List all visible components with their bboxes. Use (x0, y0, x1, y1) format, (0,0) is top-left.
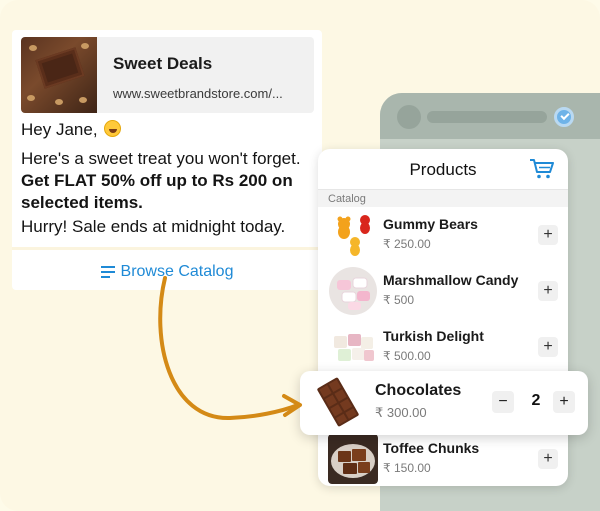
highlighted-product-name: Chocolates (375, 382, 462, 399)
link-preview[interactable]: Sweet Deals www.sweetbrandstore.com/... (21, 37, 314, 113)
quantity-increase-button[interactable]: + (553, 391, 575, 413)
chocolate-bar-image (317, 377, 359, 427)
product-name: Gummy Bears (383, 216, 478, 232)
turkish-delight-image (334, 334, 374, 361)
message-divider (12, 247, 322, 250)
link-preview-image (21, 37, 97, 113)
message-hurry: Hurry! Sale ends at midnight today. (21, 217, 286, 236)
browse-catalog-label: Browse Catalog (120, 263, 234, 280)
marshmallow-candy-image (329, 267, 377, 315)
body-line: Here's a sweet treat you won't forget. (21, 149, 301, 168)
product-name: Toffee Chunks (383, 440, 480, 456)
gummy-bears-image (337, 215, 370, 256)
cart-icon[interactable] (529, 158, 555, 180)
message-greeting: Hey Jane, (21, 119, 122, 141)
catalog-label: Catalog (328, 193, 366, 205)
link-preview-title: Sweet Deals (113, 54, 213, 73)
product-item-gummy-bears[interactable]: Gummy Bears ₹ 250.00 + (318, 207, 568, 263)
message-body: Here's a sweet treat you won't forget. G… (21, 148, 321, 214)
contact-name-placeholder (427, 111, 547, 123)
product-name: Marshmallow Candy (383, 272, 519, 288)
product-price: ₹ 500.00 (383, 349, 431, 363)
products-sheet: Products Catalog Gummy Bears ₹ 250.00 + … (318, 149, 568, 486)
chat-message-card: Sweet Deals www.sweetbrandstore.com/... … (12, 30, 322, 290)
catalog-section-header: Catalog (318, 189, 568, 207)
highlighted-product-chocolates[interactable]: Chocolates ₹ 300.00 − 2 + (300, 371, 588, 435)
browse-catalog-button[interactable]: Browse Catalog (12, 254, 322, 290)
product-item-marshmallow-candy[interactable]: Marshmallow Candy ₹ 500 + (318, 263, 568, 319)
add-button[interactable]: + (538, 225, 558, 245)
toffee-chunks-image (328, 434, 378, 484)
phone-header (380, 93, 600, 139)
product-price: ₹ 150.00 (383, 461, 431, 475)
smile-emoji-icon (104, 120, 122, 137)
list-icon (100, 266, 115, 278)
link-preview-url: www.sweetbrandstore.com/... (113, 86, 283, 101)
product-price: ₹ 500 (383, 293, 414, 307)
greeting-text: Hey Jane, (21, 120, 98, 139)
product-name: Turkish Delight (383, 328, 484, 344)
avatar (397, 105, 421, 129)
offer-text: Get FLAT 50% off up to Rs 200 on selecte… (21, 171, 293, 212)
quantity-decrease-button[interactable]: − (492, 391, 514, 413)
product-item-turkish-delight[interactable]: Turkish Delight ₹ 500.00 + (318, 319, 568, 375)
verified-icon (554, 107, 574, 127)
add-button[interactable]: + (538, 449, 558, 469)
product-price: ₹ 250.00 (383, 237, 431, 251)
add-button[interactable]: + (538, 281, 558, 301)
add-button[interactable]: + (538, 337, 558, 357)
product-item-toffee-chunks[interactable]: Toffee Chunks ₹ 150.00 + (318, 431, 568, 486)
quantity-value: 2 (531, 392, 541, 409)
highlighted-product-price: ₹ 300.00 (375, 405, 427, 420)
